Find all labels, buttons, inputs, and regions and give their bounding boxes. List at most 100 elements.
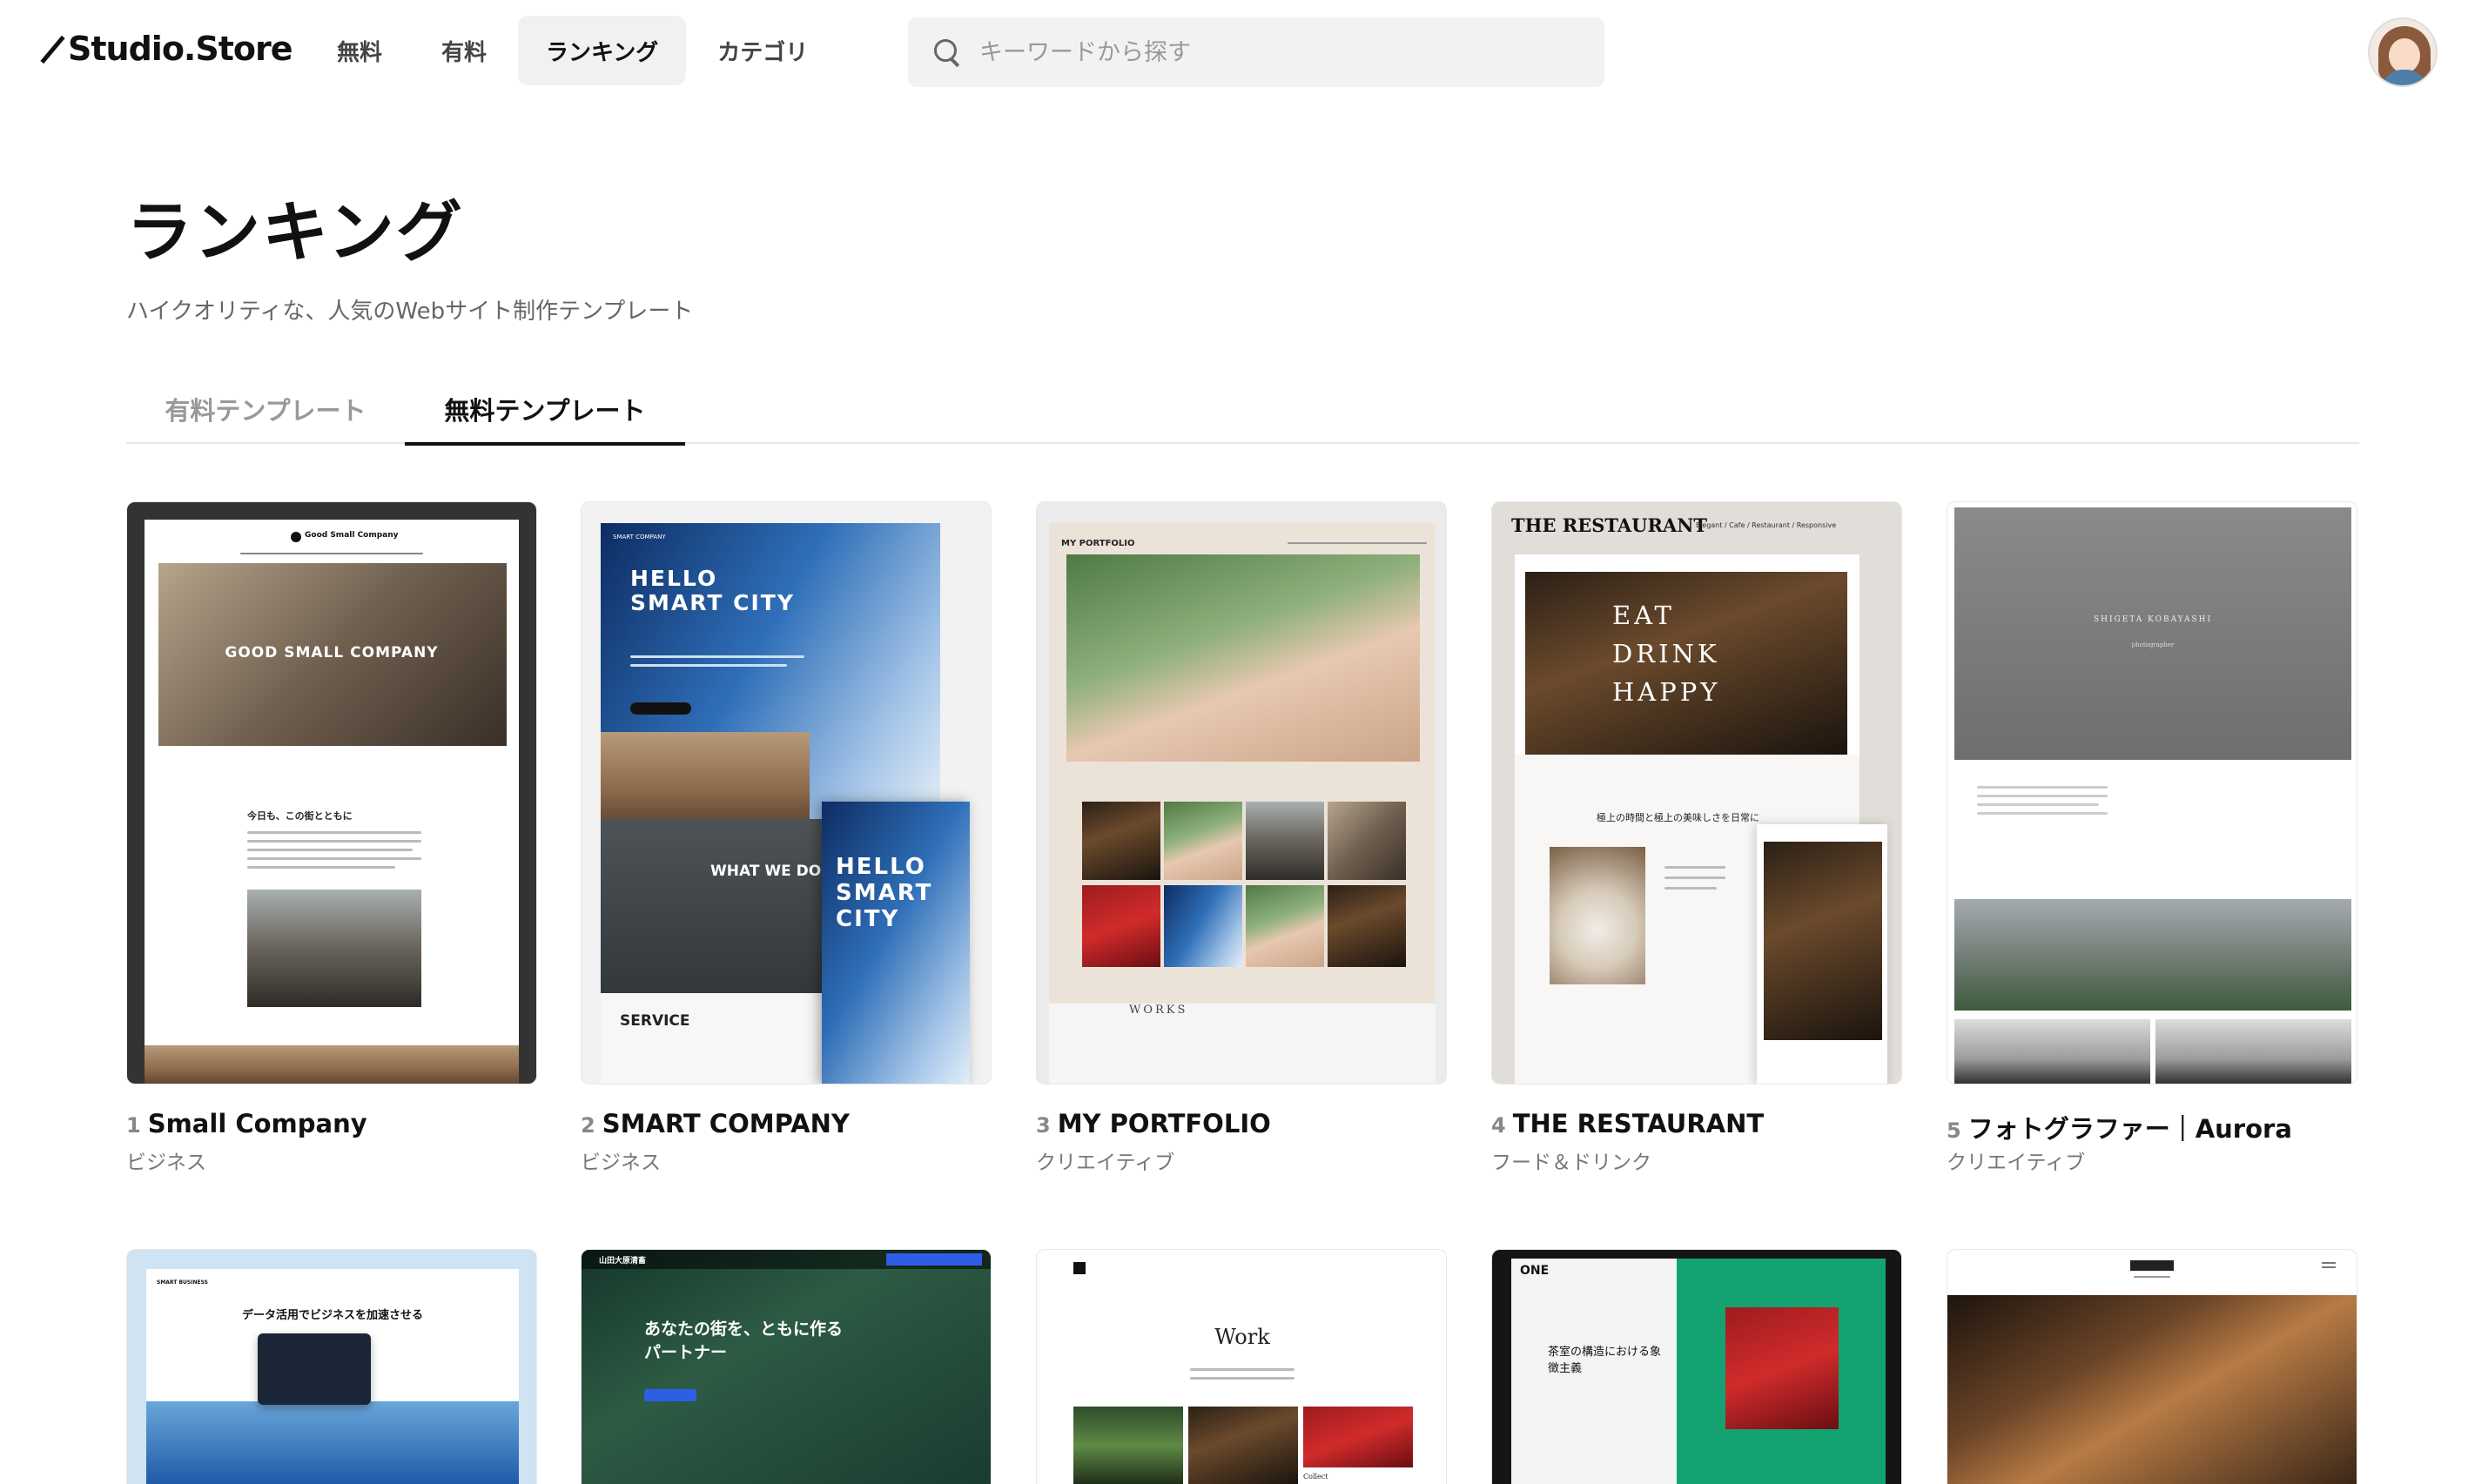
preview-brand: Good Small Company bbox=[305, 531, 399, 540]
preview-nav bbox=[1288, 542, 1427, 544]
template-thumbnail[interactable]: SMART BUSINESS データ活用でビジネスを加速させる bbox=[126, 1249, 537, 1484]
preview-tools-photo bbox=[145, 1045, 519, 1084]
template-category[interactable]: ビジネス bbox=[581, 1145, 661, 1175]
template-thumbnail[interactable]: MY PORTFOLIO WORKS bbox=[1036, 501, 1447, 1084]
preview-mobile-hero-photo bbox=[1764, 842, 1882, 1040]
preview-brand: ONE bbox=[1520, 1264, 1550, 1278]
preview-dashboard-mockup bbox=[258, 1333, 371, 1405]
preview-text-line bbox=[1664, 887, 1717, 890]
avatar[interactable] bbox=[2368, 17, 2438, 87]
preview-portrait-photo bbox=[1725, 1307, 1839, 1429]
logo[interactable]: Studio.Store bbox=[42, 30, 293, 68]
preview-text-line bbox=[1190, 1377, 1295, 1380]
preview-section-title: WHAT WE DO bbox=[710, 863, 822, 880]
template-title[interactable]: 2 SMART COMPANY bbox=[581, 1109, 992, 1138]
template-category[interactable]: クリエイティブ bbox=[1036, 1145, 1174, 1175]
preview-building-photo bbox=[601, 732, 810, 828]
preview-brand: SMART BUSINESS bbox=[157, 1279, 208, 1286]
rank-number: 4 bbox=[1491, 1113, 1506, 1138]
preview-text-line bbox=[630, 655, 804, 658]
preview-mobile-hero-text: HELLO SMART CITY bbox=[836, 854, 933, 932]
template-thumbnail[interactable]: 山田大原清畜 あなたの街を、ともに作るパートナー bbox=[581, 1249, 992, 1484]
preview-text-line bbox=[2134, 1276, 2170, 1278]
preview-mountain-photo bbox=[2155, 1019, 2351, 1084]
preview-heading: あなたの街を、ともに作るパートナー bbox=[644, 1319, 844, 1362]
preview-hero bbox=[1954, 507, 2351, 760]
preview-nav bbox=[240, 553, 423, 554]
menu-icon bbox=[2322, 1262, 2336, 1264]
preview-page: MY PORTFOLIO WORKS bbox=[1049, 523, 1436, 1084]
template-thumbnail[interactable]: ONE 茶室の構造における象徴主義 bbox=[1491, 1249, 1902, 1484]
template-category[interactable]: フード＆ドリンク bbox=[1491, 1145, 1651, 1175]
preview-food-photo bbox=[1550, 847, 1645, 984]
preview-works-section bbox=[1049, 1004, 1436, 1084]
template-thumbnail[interactable]: SMART COMPANY HELLO SMART CITY WHAT WE D… bbox=[581, 501, 992, 1084]
preview-grid-photo bbox=[1328, 885, 1406, 967]
preview-grid-photo bbox=[1246, 885, 1324, 967]
tab-paid-templates[interactable]: 有料テンプレート bbox=[126, 374, 405, 444]
preview-text-line bbox=[1664, 876, 1725, 879]
template-name: MY PORTFOLIO bbox=[1057, 1109, 1271, 1138]
preview-brand: 山田大原清畜 bbox=[599, 1257, 647, 1266]
template-thumbnail[interactable]: THE RESTAURANT Elegant / Cafe / Restaura… bbox=[1491, 501, 1902, 1084]
nav-ranking[interactable]: ランキング bbox=[518, 16, 687, 85]
logo-text: Studio.Store bbox=[68, 30, 293, 68]
search-icon bbox=[932, 37, 962, 67]
logo-slash-icon bbox=[42, 33, 64, 64]
preview-text-line bbox=[630, 664, 787, 667]
preview-brand: MY PORTFOLIO bbox=[1061, 539, 1135, 548]
preview-text-line bbox=[247, 857, 421, 860]
search-input[interactable] bbox=[979, 38, 1571, 66]
preview-logo-icon bbox=[2130, 1260, 2174, 1271]
preview-grid-photo bbox=[1082, 802, 1160, 880]
preview-text-line bbox=[1664, 866, 1725, 869]
preview-grid-photo bbox=[1164, 885, 1242, 967]
preview-button bbox=[630, 702, 691, 715]
template-thumbnail[interactable]: Good Small Company GOOD SMALL COMPANY 今日… bbox=[126, 501, 537, 1084]
preview-hero-photo bbox=[1066, 554, 1420, 762]
page-title: ランキング bbox=[126, 193, 464, 271]
nav-paid[interactable]: 有料 bbox=[414, 16, 514, 85]
preview-service-title: SERVICE bbox=[620, 1012, 690, 1030]
template-title[interactable]: 1 Small Company bbox=[126, 1109, 537, 1138]
preview-hero-text: HELLO SMART CITY bbox=[630, 566, 795, 615]
search-box[interactable] bbox=[908, 17, 1604, 87]
top-header: Studio.Store 無料 有料 ランキング カテゴリ bbox=[0, 0, 2468, 104]
nav-category[interactable]: カテゴリ bbox=[689, 16, 836, 85]
preview-text-line bbox=[247, 866, 395, 869]
template-category[interactable]: クリエイティブ bbox=[1947, 1145, 2085, 1175]
preview-heading: 極上の時間と極上の美味しさを日常に bbox=[1597, 812, 1759, 823]
preview-text-line bbox=[1977, 795, 2108, 797]
preview-section-title: WORKS bbox=[1129, 1004, 1188, 1017]
preview-caption: Collect bbox=[1303, 1473, 1328, 1481]
page-subtitle: ハイクオリティな、人気のWebサイト制作テンプレート bbox=[126, 299, 694, 325]
template-thumbnail[interactable]: SHIGETA KOBAYASHI photographer bbox=[1947, 501, 2357, 1084]
template-title[interactable]: 5 フォトグラファー｜Aurora bbox=[1947, 1109, 2357, 1145]
preview-brand: SMART COMPANY bbox=[613, 534, 666, 541]
template-tabs: 有料テンプレート 無料テンプレート bbox=[126, 374, 2359, 446]
rank-number: 2 bbox=[581, 1113, 595, 1138]
preview-heading: 茶室の構造における象徴主義 bbox=[1548, 1346, 1662, 1375]
template-title[interactable]: 4 THE RESTAURANT bbox=[1491, 1109, 1902, 1138]
nav-free[interactable]: 無料 bbox=[309, 16, 410, 85]
preview-photo-grid bbox=[1082, 802, 1422, 967]
preview-text-line bbox=[1977, 812, 2108, 815]
preview-subtitle: photographer bbox=[2131, 641, 2175, 648]
preview-brand: SHIGETA KOBAYASHI bbox=[2093, 615, 2213, 624]
template-title[interactable]: 3 MY PORTFOLIO bbox=[1036, 1109, 1447, 1138]
preview-page: Good Small Company GOOD SMALL COMPANY 今日… bbox=[145, 520, 519, 1084]
rank-number: 5 bbox=[1947, 1118, 1961, 1143]
preview-street-photo bbox=[247, 890, 421, 1007]
template-thumbnail[interactable]: Work Collect bbox=[1036, 1249, 1447, 1484]
preview-landscape-photo bbox=[1954, 899, 2351, 1011]
preview-text-line bbox=[247, 849, 413, 851]
preview-grid-photo bbox=[1328, 802, 1406, 880]
menu-icon-line bbox=[2322, 1266, 2336, 1268]
template-thumbnail[interactable] bbox=[1947, 1249, 2357, 1484]
tab-free-templates[interactable]: 無料テンプレート bbox=[405, 374, 685, 446]
template-name: SMART COMPANY bbox=[602, 1109, 850, 1138]
preview-mountain-photo bbox=[1954, 1019, 2150, 1084]
preview-hero-text: EAT DRINK HAPPY bbox=[1612, 601, 1721, 707]
preview-photo bbox=[1188, 1407, 1298, 1484]
template-category[interactable]: ビジネス bbox=[126, 1145, 206, 1175]
